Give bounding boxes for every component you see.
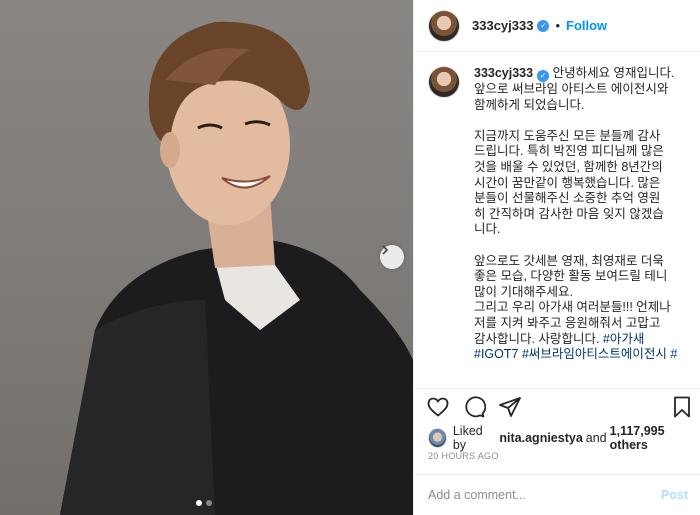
post-side-panel: 333cyj333 ✓ • Follow 333cyj333 ✓ 안녕하세요 영재… — [413, 0, 700, 515]
likes-summary: Liked by nita.agniestya and 1,117,995 ot… — [428, 424, 700, 452]
hashtag-link[interactable]: #IGOT7 — [474, 347, 518, 361]
post-photo[interactable] — [0, 0, 413, 515]
caption-line: 함께하게 되었습니다. — [474, 97, 585, 112]
verified-badge-icon: ✓ — [537, 70, 550, 82]
comment-icon[interactable] — [462, 395, 486, 419]
caption-line: 니다. — [474, 222, 501, 237]
post-caption: 333cyj333 ✓ 안녕하세요 영재입니다. 앞으로 써브라임 아티스트 에이… — [428, 66, 693, 384]
caption-line: 지금까지 도움주신 모든 분들께 감사 — [474, 128, 661, 143]
caption-line: 앞으로 써브라임 아티스트 에이전시와 — [474, 82, 669, 96]
liker-avatar[interactable] — [428, 428, 447, 448]
caption-line: 저를 지켜 봐주고 응원해줘서 고맙고 — [474, 315, 661, 330]
caption-line: 좋은 모습, 다양한 활동 보여드릴 테니 — [474, 269, 668, 284]
hashtag-link[interactable]: # — [670, 347, 677, 361]
carousel-dot-2 — [206, 500, 212, 506]
caption-author-avatar[interactable] — [428, 66, 460, 98]
follow-button[interactable]: Follow — [566, 18, 607, 33]
bookmark-icon[interactable] — [670, 395, 694, 419]
carousel-next-button[interactable] — [380, 245, 404, 269]
portrait-image — [60, 21, 413, 515]
liked-by-user[interactable]: nita.agniestya — [499, 431, 582, 445]
author-avatar[interactable] — [428, 9, 460, 42]
post-comment-button[interactable]: Post — [661, 488, 688, 502]
author-username[interactable]: 333cyj333 — [472, 18, 533, 33]
caption-line: 것을 배울 수 있었던, 함께한 8년간의 — [474, 159, 663, 174]
comment-input[interactable] — [428, 488, 661, 502]
carousel-indicator — [196, 500, 212, 506]
caption-username[interactable]: 333cyj333 — [474, 66, 533, 80]
caption-line: 안녕하세요 영재입니다. — [552, 66, 675, 80]
caption-line: 감사합니다. 사랑합니다. — [474, 331, 600, 346]
paper-plane-icon[interactable] — [498, 395, 522, 419]
caption-line: 시간이 꿈만같이 행복했습니다. 많은 — [474, 175, 661, 190]
caption-line: 드립니다. 특히 박진영 피디님께 많은 — [474, 144, 664, 159]
heart-icon[interactable] — [426, 395, 450, 419]
hashtag-link[interactable]: #아가새 — [603, 332, 644, 346]
likes-count[interactable]: 1,117,995 others — [610, 424, 700, 452]
caption-line: 분들이 선물해주신 소중한 추억 영원 — [474, 191, 661, 206]
likes-prefix: Liked by — [452, 424, 483, 452]
caption-text: 333cyj333 ✓ 안녕하세요 영재입니다. 앞으로 써브라임 아티스트 에이… — [474, 66, 693, 384]
comment-bar: Post — [414, 474, 700, 515]
caption-line: 히 간직하며 감사한 마음 잊지 않겠습 — [474, 206, 664, 221]
caption-line: 앞으로도 갓세븐 영재, 최영재로 더욱 — [474, 253, 664, 268]
caption-line: 많이 기대해주세요. — [474, 284, 573, 299]
chevron-right-icon — [382, 245, 389, 255]
post-header: 333cyj333 ✓ • Follow — [414, 0, 700, 52]
post-timestamp[interactable]: 20 HOURS AGO — [428, 451, 499, 461]
hashtag-link[interactable]: #써브라임아티스트에이전시 — [522, 347, 667, 361]
separator-dot: • — [555, 18, 561, 33]
verified-badge-icon: ✓ — [537, 19, 550, 32]
caption-line: 그리고 우리 아가새 여러분들!!! 언제나 — [474, 300, 671, 315]
likes-middle: and — [585, 431, 607, 445]
post-actions — [414, 388, 700, 424]
carousel-dot-1 — [196, 500, 202, 506]
